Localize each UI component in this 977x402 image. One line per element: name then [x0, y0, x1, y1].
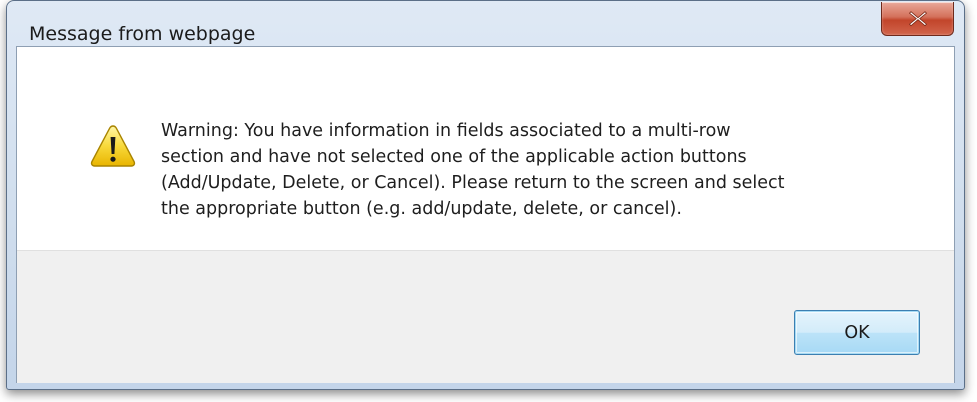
message-line: Warning: You have information in fields … — [161, 121, 731, 141]
ok-button[interactable]: OK — [794, 310, 920, 355]
dialog-titlebar[interactable]: Message from webpage — [7, 1, 964, 45]
dialog-body: Warning: You have information in fields … — [16, 46, 955, 383]
close-icon — [908, 10, 927, 26]
message-line: (Add/Update, Delete, or Cancel). Please … — [161, 173, 785, 193]
warning-message: Warning: You have information in fields … — [161, 118, 931, 222]
close-button[interactable] — [881, 2, 954, 36]
message-line: the appropriate button (e.g. add/update,… — [161, 199, 682, 219]
dialog-title: Message from webpage — [29, 23, 256, 45]
button-area: OK — [17, 250, 954, 383]
message-line: section and have not selected one of the… — [161, 147, 747, 167]
message-area: Warning: You have information in fields … — [17, 47, 954, 250]
message-dialog: Message from webpage Warning: You have i… — [6, 0, 965, 390]
warning-icon — [90, 124, 136, 168]
